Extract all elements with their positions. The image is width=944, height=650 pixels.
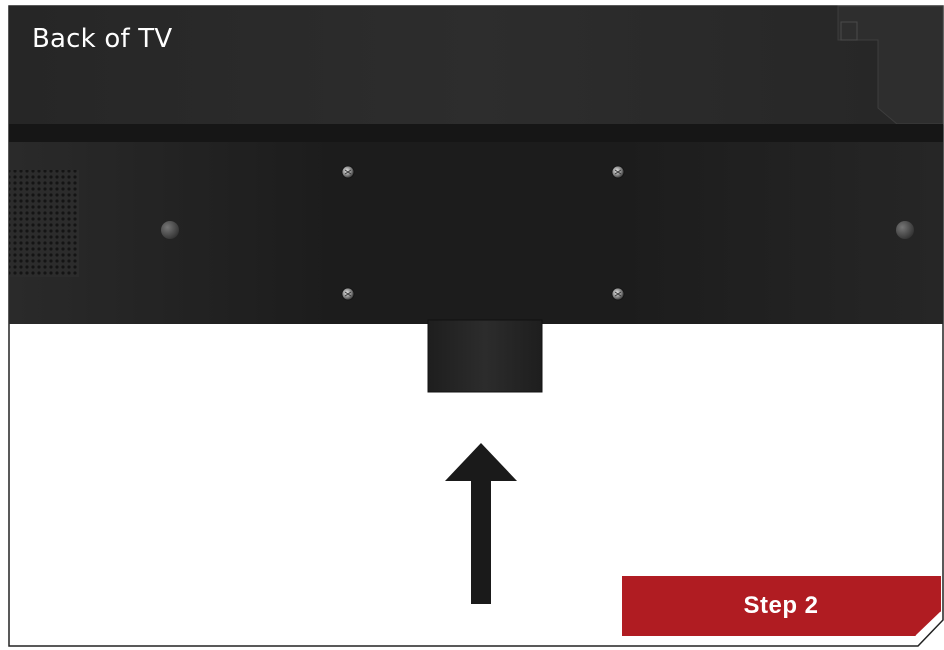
tv-back-diagram [8, 5, 944, 647]
screw-icon [611, 287, 625, 301]
screw-icon [341, 165, 355, 179]
screw-icon [341, 287, 355, 301]
left-bumper [161, 221, 179, 239]
stand-neck [427, 319, 543, 393]
speaker-grille [9, 170, 79, 277]
screw-icon [611, 165, 625, 179]
right-bumper [896, 221, 914, 239]
step-label: Step 2 [743, 592, 819, 619]
diagram-title: Back of TV [32, 24, 173, 54]
mount-plate [335, 142, 635, 324]
tv-divider-stripe [9, 124, 943, 142]
